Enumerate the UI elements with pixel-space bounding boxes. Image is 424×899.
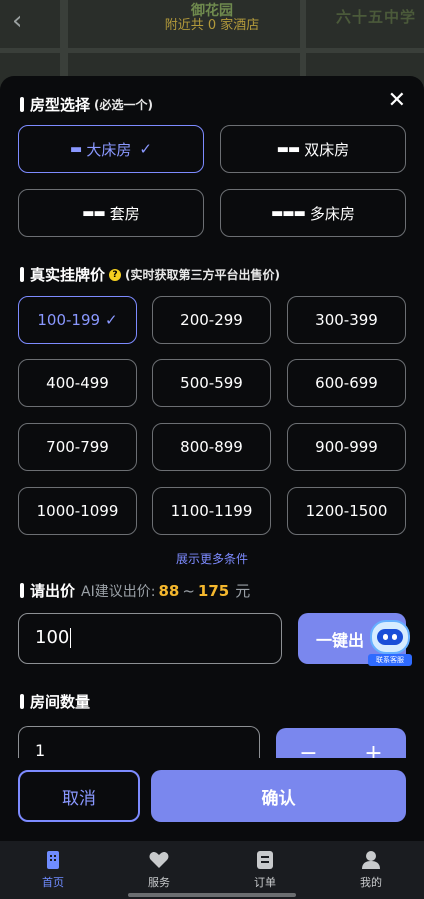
price-title: 真实挂牌价 ? (实时获取第三方平台出售价) bbox=[20, 264, 280, 285]
room-type-twin[interactable]: ▬▬ 双床房 bbox=[220, 125, 406, 173]
check-icon: ✓ bbox=[139, 140, 152, 158]
ai-bid-min: 88 bbox=[158, 581, 180, 600]
tab-orders[interactable]: 订单 bbox=[212, 841, 318, 899]
close-icon[interactable]: ✕ bbox=[388, 90, 406, 112]
price-range-option[interactable]: 900-999 bbox=[287, 423, 406, 471]
price-range-option[interactable]: 200-299 bbox=[152, 296, 271, 344]
room-count-title: 房间数量 bbox=[20, 691, 90, 712]
bed-multi-icon: ▬▬▬ bbox=[271, 205, 306, 221]
bed-single-icon: ▬ bbox=[70, 141, 82, 157]
price-range-option[interactable]: 300-399 bbox=[287, 296, 406, 344]
home-icon bbox=[47, 851, 59, 869]
room-type-suite[interactable]: ▬▬ 套房 bbox=[18, 189, 204, 237]
room-filter-sheet: 房型选择 (必选一个) ✕ ▬ 大床房 ✓ ▬▬ 双床房 ▬▬ 套房 ▬▬▬ 多… bbox=[0, 76, 424, 841]
price-range-option[interactable]: 500-599 bbox=[152, 359, 271, 407]
tab-service[interactable]: 服务 bbox=[106, 841, 212, 899]
price-range-option[interactable]: 1200-1500 bbox=[287, 487, 406, 535]
question-icon[interactable]: ? bbox=[109, 268, 122, 281]
price-range-option[interactable]: 100-199 ✓ bbox=[18, 296, 137, 344]
cancel-button[interactable]: 取消 bbox=[18, 770, 140, 822]
price-range-option[interactable]: 800-899 bbox=[152, 423, 271, 471]
profile-icon bbox=[362, 851, 380, 869]
bottom-tab-bar: 首页 服务 订单 我的 bbox=[0, 841, 424, 899]
heart-icon bbox=[149, 852, 169, 868]
suite-icon: ▬▬ bbox=[82, 205, 106, 221]
price-range-option[interactable]: 1100-1199 bbox=[152, 487, 271, 535]
order-icon bbox=[257, 851, 273, 869]
price-range-option[interactable]: 700-799 bbox=[18, 423, 137, 471]
ai-bid-max: 175 bbox=[197, 581, 230, 600]
tab-home[interactable]: 首页 bbox=[0, 841, 106, 899]
price-range-option[interactable]: 600-699 bbox=[287, 359, 406, 407]
action-bar: 取消 确认 bbox=[0, 758, 424, 840]
show-more-conditions-link[interactable]: 展示更多条件 bbox=[0, 550, 424, 567]
tab-profile[interactable]: 我的 bbox=[318, 841, 424, 899]
room-type-title: 房型选择 (必选一个) bbox=[20, 94, 153, 115]
price-range-option[interactable]: 400-499 bbox=[18, 359, 137, 407]
home-indicator bbox=[128, 893, 296, 897]
bid-price-input[interactable]: 100 bbox=[18, 613, 282, 664]
room-type-multi[interactable]: ▬▬▬ 多床房 bbox=[220, 189, 406, 237]
bid-title: 请出价 AI建议出价: 88 ~ 175 元 bbox=[20, 580, 250, 601]
bed-double-icon: ▬▬ bbox=[276, 141, 301, 157]
room-type-king[interactable]: ▬ 大床房 ✓ bbox=[18, 125, 204, 173]
price-range-option[interactable]: 1000-1099 bbox=[18, 487, 137, 535]
map-school-label: 六十五中学 bbox=[335, 8, 416, 26]
check-icon: ✓ bbox=[105, 311, 118, 329]
confirm-button[interactable]: 确认 bbox=[151, 770, 406, 822]
customer-service-robot-icon[interactable]: 联系客服 bbox=[366, 616, 414, 666]
